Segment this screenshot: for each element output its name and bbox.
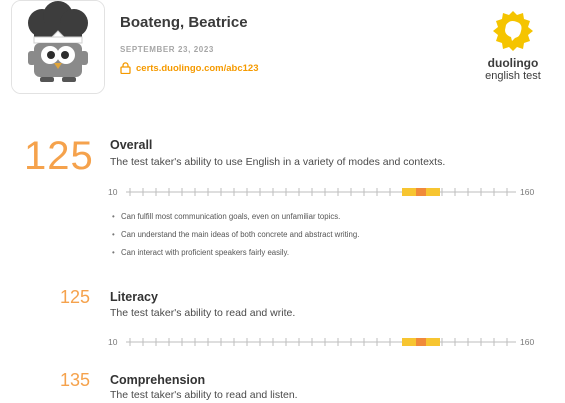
list-item: Can fulfill most communication goals, ev… [112,212,359,221]
test-taker-name: Boateng, Beatrice [120,14,248,31]
overall-scale-min: 10 [108,187,118,197]
overall-description: The test taker's ability to use English … [110,156,446,168]
overall-title: Overall [110,138,153,152]
list-item: Can interact with proficient speakers fa… [112,248,359,257]
duolingo-english-test-logo: duolingo english test [473,8,553,82]
comprehension-score: 135 [60,370,91,390]
literacy-scale-max: 160 [520,337,534,347]
overall-descriptors: Can fulfill most communication goals, ev… [112,212,359,266]
list-item: Can understand the main ideas of both co… [112,230,359,239]
literacy-title: Literacy [110,290,158,304]
certificate-link[interactable]: certs.duolingo.com/abc123 [120,62,258,74]
test-date: SEPTEMBER 23, 2023 [120,45,214,54]
overall-score-scale: 10 160 [108,187,534,197]
comprehension-description: The test taker's ability to read and lis… [110,389,298,401]
lock-icon [120,62,131,74]
brand-subtitle: english test [485,70,541,82]
literacy-score-scale: 10 160 [108,337,534,347]
literacy-scale-min: 10 [108,337,118,347]
brand-wordmark: duolingo [487,56,539,70]
certificate-url[interactable]: certs.duolingo.com/abc123 [136,63,258,74]
literacy-score-marker [416,338,426,346]
overall-score-marker [416,188,426,196]
literacy-score: 125 [60,287,91,307]
literacy-description: The test taker's ability to read and wri… [110,307,296,319]
duolingo-logo-icon [493,11,533,51]
avatar [11,0,105,94]
overall-scale-max: 160 [520,187,534,197]
duo-character-icon [12,1,104,93]
overall-score: 125 [24,134,94,178]
comprehension-title: Comprehension [110,373,206,387]
